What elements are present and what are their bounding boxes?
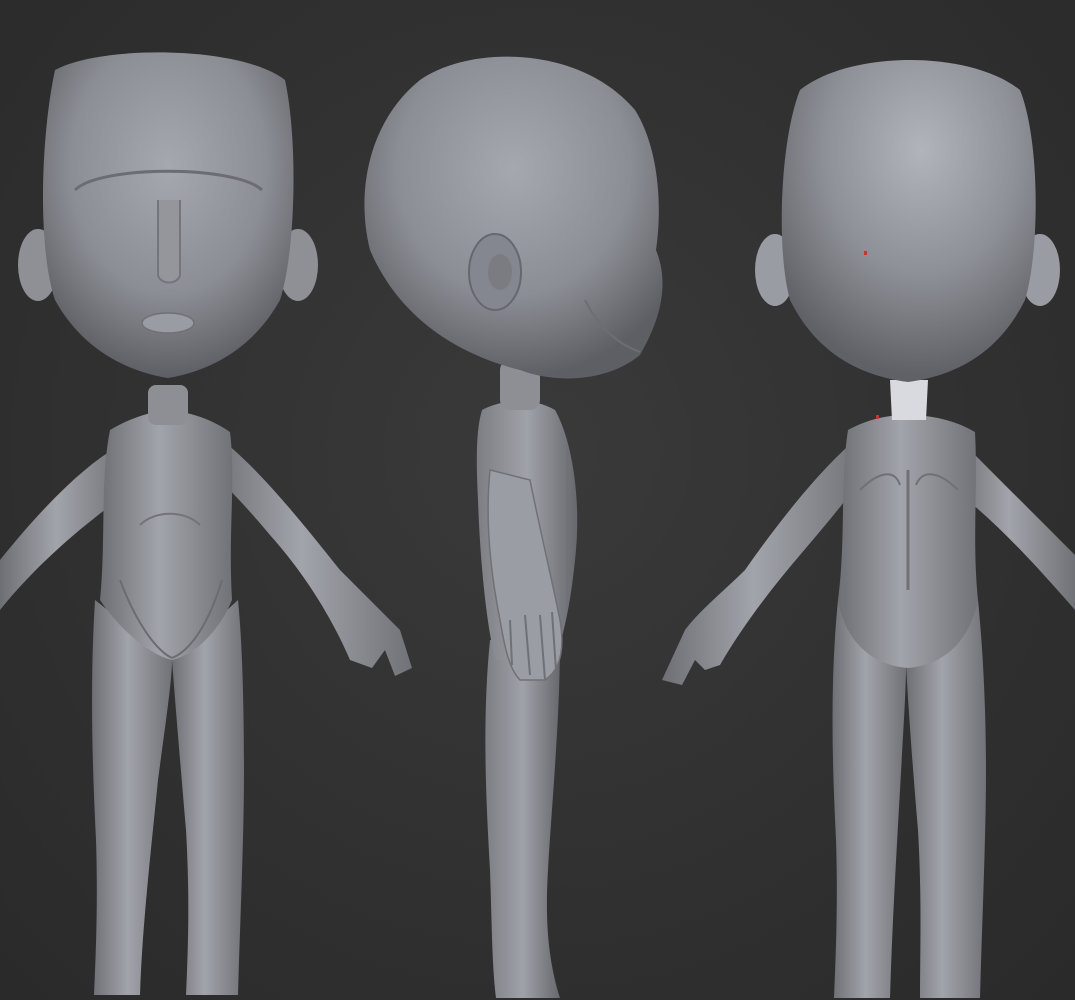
front-torso: [100, 410, 233, 660]
sculpt-viewport[interactable]: [0, 0, 1075, 1000]
front-right-leg: [172, 600, 244, 995]
front-nose: [157, 200, 181, 284]
side-head: [364, 56, 663, 379]
back-head: [781, 60, 1036, 382]
marker-dot: [876, 415, 879, 419]
front-left-leg: [92, 600, 172, 995]
side-view: [364, 56, 663, 998]
front-neck: [148, 385, 188, 425]
back-neck: [890, 380, 928, 420]
side-leg: [485, 640, 560, 998]
turnaround-canvas: [0, 52, 1075, 998]
marker-dot: [864, 251, 867, 255]
front-mouth: [141, 312, 195, 334]
front-view: [0, 52, 412, 995]
back-view: [662, 60, 1075, 998]
side-ear-inner: [488, 254, 512, 290]
